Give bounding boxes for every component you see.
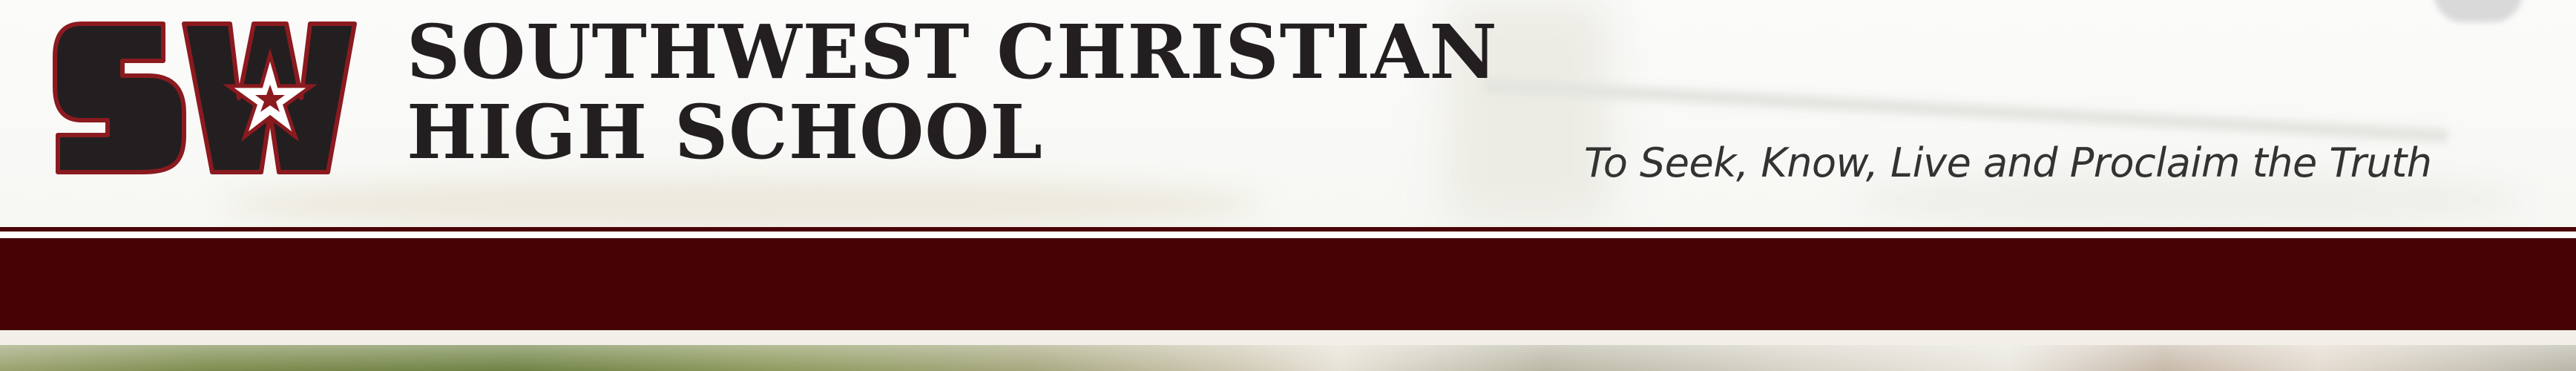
school-name-line-2: HIGH SCHOOL — [407, 88, 1043, 176]
navigation-bottom-strip — [0, 330, 2576, 345]
sw-star-logo — [53, 22, 357, 174]
hero-image — [0, 345, 2576, 371]
school-logo-link[interactable] — [52, 16, 393, 175]
school-tagline: To Seek, Know, Live and Proclaim the Tru… — [1584, 139, 2432, 186]
page: SOUTHWEST CHRISTIAN HIGH SCHOOL To Seek,… — [0, 0, 2576, 371]
school-name: SOUTHWEST CHRISTIAN HIGH SCHOOL — [407, 12, 1498, 172]
header-divider-gap — [0, 232, 2576, 238]
school-name-line-1: SOUTHWEST CHRISTIAN — [407, 8, 1498, 96]
main-navigation-bar — [0, 238, 2576, 330]
